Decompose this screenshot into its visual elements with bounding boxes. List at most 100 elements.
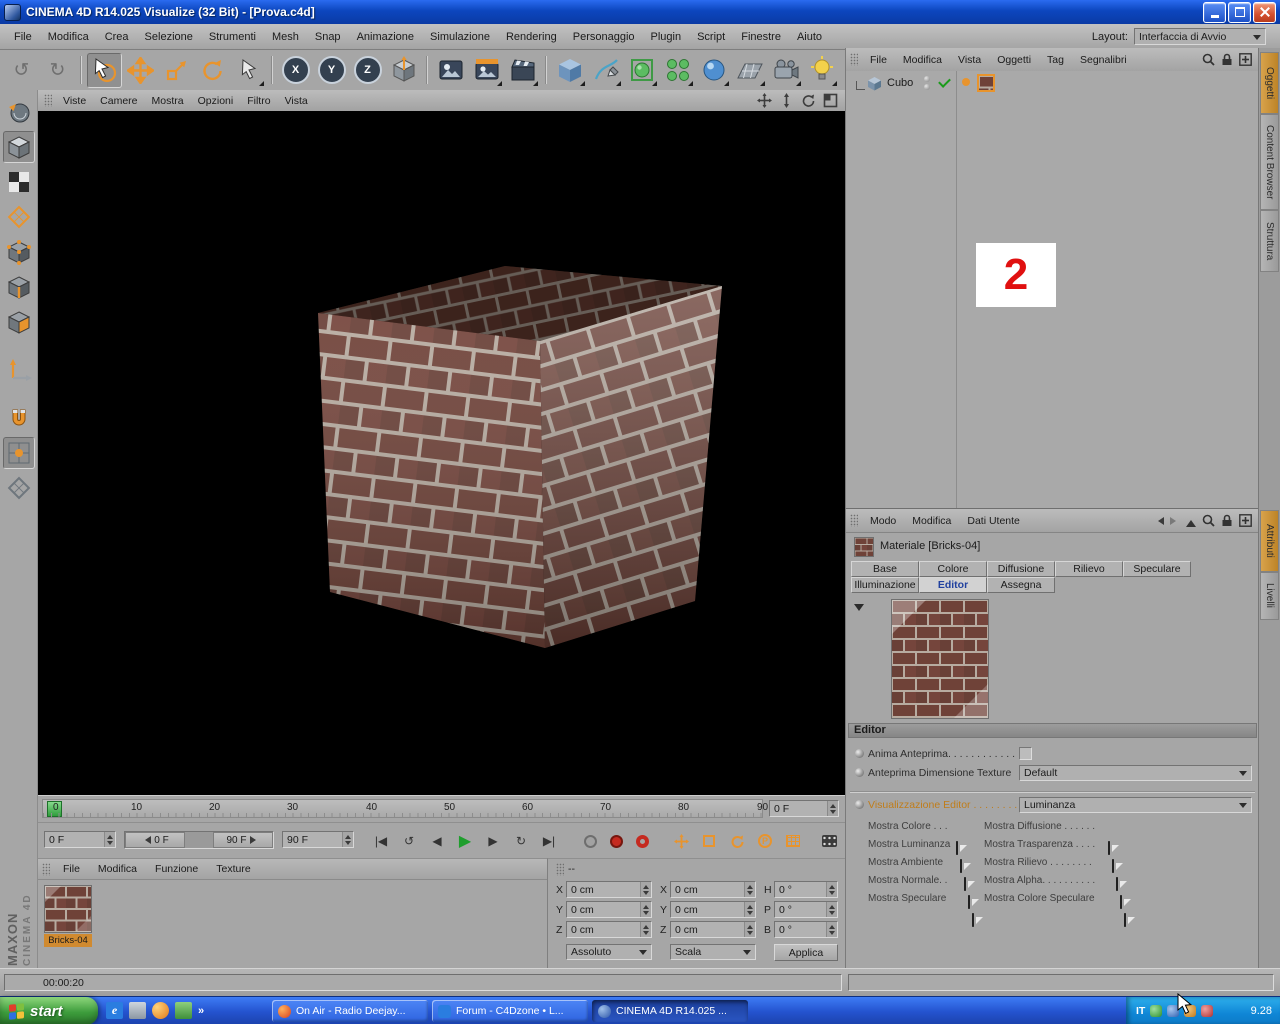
lock-y-axis-button[interactable]: Y [314, 53, 349, 88]
editor-section-header[interactable]: Editor [848, 723, 1257, 738]
panel-grip[interactable] [850, 514, 858, 527]
record-objects-button[interactable] [578, 830, 602, 852]
vp-menu-viste[interactable]: Viste [56, 95, 93, 107]
menu-animazione[interactable]: Animazione [349, 31, 422, 43]
filter-icon[interactable] [1186, 515, 1196, 527]
coordinate-system-button[interactable] [386, 53, 421, 88]
am-menu-dati-utente[interactable]: Dati Utente [959, 515, 1028, 527]
lock-icon[interactable] [1221, 514, 1233, 527]
edges-mode-button[interactable] [3, 271, 35, 303]
rot-b-stepper[interactable] [826, 922, 837, 937]
anima-anteprima-checkbox[interactable] [1019, 747, 1032, 760]
mostra-luminanza-toggle[interactable] [960, 859, 962, 873]
mostra-ambiente-toggle[interactable] [964, 877, 966, 891]
tab-assegna[interactable]: Assegna [987, 577, 1055, 593]
phong-tag-icon[interactable] [962, 78, 970, 86]
om-menu-tag[interactable]: Tag [1039, 54, 1072, 66]
tab-content-browser[interactable]: Content Browser [1260, 114, 1279, 210]
menu-mesh[interactable]: Mesh [264, 31, 307, 43]
om-menu-segnalibri[interactable]: Segnalibri [1072, 54, 1135, 66]
add-environment-button[interactable] [696, 53, 731, 88]
goto-end-button[interactable]: ▶| [536, 830, 562, 852]
play-reverse-button[interactable]: ↺ [396, 830, 422, 852]
editor-visibility-dot[interactable] [924, 76, 930, 82]
om-menu-file[interactable]: File [862, 54, 895, 66]
material-thumbnail[interactable] [44, 885, 92, 933]
size-y-stepper[interactable] [744, 902, 755, 917]
clock[interactable]: 9.28 [1251, 1005, 1272, 1017]
vp-menu-camere[interactable]: Camere [93, 95, 144, 107]
tab-editor[interactable]: Editor [919, 577, 987, 593]
timeline-track[interactable]: 0 10 20 30 40 50 60 70 80 90 [42, 799, 768, 818]
add-panel-icon[interactable] [1239, 53, 1252, 66]
record-pla-button[interactable] [780, 830, 806, 852]
vp-menu-vista[interactable]: Vista [278, 95, 315, 107]
tab-illuminazione[interactable]: Illuminazione [851, 577, 919, 593]
polygons-mode-button[interactable] [3, 306, 35, 338]
viewport-canvas[interactable] [38, 111, 845, 795]
previous-frame-button[interactable]: ◀ [424, 830, 450, 852]
menu-snap[interactable]: Snap [307, 31, 349, 43]
size-x-stepper[interactable] [744, 882, 755, 897]
add-cube-button[interactable] [552, 53, 587, 88]
size-mode-dropdown[interactable]: Scala [670, 944, 756, 960]
object-tree[interactable]: Cubo 2 [846, 71, 1258, 508]
mat-menu-file[interactable]: File [54, 863, 89, 875]
mostra-alpha-toggle[interactable] [1120, 895, 1122, 909]
menu-selezione[interactable]: Selezione [137, 31, 201, 43]
panel-grip[interactable] [850, 53, 858, 66]
search-icon[interactable] [1202, 53, 1215, 66]
om-menu-modifica[interactable]: Modifica [895, 54, 950, 66]
add-generator-button[interactable] [624, 53, 659, 88]
pos-z-field[interactable]: 0 cm [566, 921, 652, 938]
material-preview[interactable] [891, 599, 989, 719]
play-button[interactable]: ▶ [452, 830, 478, 852]
model-mode-button[interactable] [2, 131, 35, 163]
menu-script[interactable]: Script [689, 31, 733, 43]
tab-livelli[interactable]: Livelli [1260, 572, 1279, 620]
material-name-label[interactable]: Bricks-04 [44, 934, 92, 947]
pos-x-stepper[interactable] [640, 882, 651, 897]
add-spline-button[interactable] [588, 53, 623, 88]
goto-start-button[interactable]: |◀ [368, 830, 394, 852]
quicklaunch-desktop-icon[interactable] [129, 1002, 146, 1019]
mostra-trasparenza-toggle[interactable] [1112, 859, 1114, 873]
next-frame-button[interactable]: ▶ [480, 830, 506, 852]
menu-aiuto[interactable]: Aiuto [789, 31, 830, 43]
enabled-check-icon[interactable] [938, 75, 951, 88]
keyframe-options-button[interactable] [816, 830, 842, 852]
menu-file[interactable]: File [6, 31, 40, 43]
mat-menu-funzione[interactable]: Funzione [146, 863, 207, 875]
record-position-button[interactable] [668, 830, 694, 852]
pan-view-icon[interactable] [757, 93, 772, 108]
workplane-snap-button[interactable] [3, 472, 35, 504]
rot-p-stepper[interactable] [826, 902, 837, 917]
enable-axis-button[interactable] [3, 354, 35, 386]
menu-personaggio[interactable]: Personaggio [565, 31, 643, 43]
rot-p-field[interactable]: 0 ° [774, 901, 838, 918]
size-z-stepper[interactable] [744, 922, 755, 937]
menu-crea[interactable]: Crea [97, 31, 137, 43]
search-icon[interactable] [1202, 514, 1215, 527]
render-visibility-dot[interactable] [924, 84, 930, 90]
loop-button[interactable]: ↻ [508, 830, 534, 852]
size-y-field[interactable]: 0 cm [670, 901, 756, 918]
add-camera-button[interactable] [768, 53, 803, 88]
om-menu-vista[interactable]: Vista [950, 54, 989, 66]
menu-simulazione[interactable]: Simulazione [422, 31, 498, 43]
range-end-handle[interactable]: 90 F [213, 832, 273, 848]
preview-expander-icon[interactable] [854, 604, 864, 616]
position-mode-dropdown[interactable]: Assoluto [566, 944, 652, 960]
mat-menu-texture[interactable]: Texture [207, 863, 259, 875]
om-menu-oggetti[interactable]: Oggetti [989, 54, 1039, 66]
restore-button[interactable] [1228, 1, 1251, 23]
tray-icon-1[interactable] [1150, 1005, 1163, 1017]
quicklaunch-app-icon[interactable] [175, 1002, 192, 1019]
menu-finestre[interactable]: Finestre [733, 31, 789, 43]
tray-icon-4[interactable] [1201, 1005, 1214, 1017]
points-mode-button[interactable] [3, 236, 35, 268]
pos-z-stepper[interactable] [640, 922, 651, 937]
mostra-diffusione-toggle[interactable] [1108, 841, 1110, 855]
menu-plugin[interactable]: Plugin [643, 31, 690, 43]
pos-x-field[interactable]: 0 cm [566, 881, 652, 898]
